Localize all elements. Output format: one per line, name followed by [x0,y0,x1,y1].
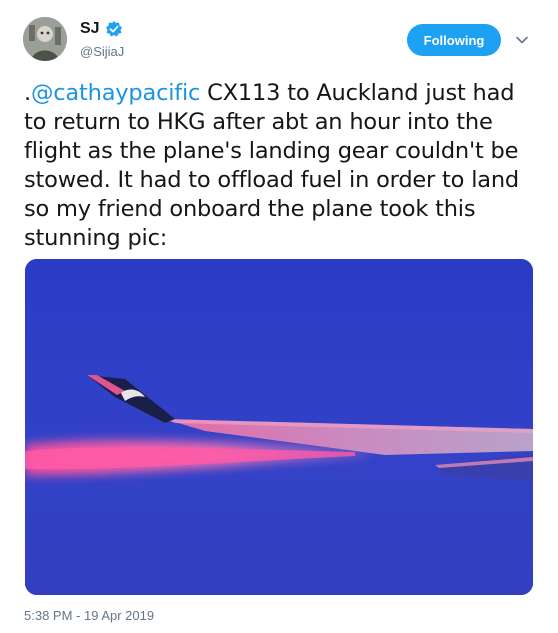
tweet: SJ @SijiaJ Following .@cathaypacific CX1… [0,0,558,633]
mention-link[interactable]: @cathaypacific [31,80,200,106]
avatar[interactable] [23,17,67,61]
tweet-text-prefix: . [24,80,31,106]
tweet-text: .@cathaypacific CX113 to Auckland just h… [24,79,539,253]
tweet-timestamp[interactable]: 5:38 PM - 19 Apr 2019 [24,608,154,623]
chevron-down-icon[interactable] [515,33,529,47]
tweet-photo[interactable] [25,259,533,595]
display-name[interactable]: SJ [80,20,100,38]
user-handle[interactable]: @SijiaJ [80,44,124,59]
author-name-row: SJ [80,20,123,38]
verified-badge-icon [105,20,123,38]
following-button[interactable]: Following [407,24,501,56]
